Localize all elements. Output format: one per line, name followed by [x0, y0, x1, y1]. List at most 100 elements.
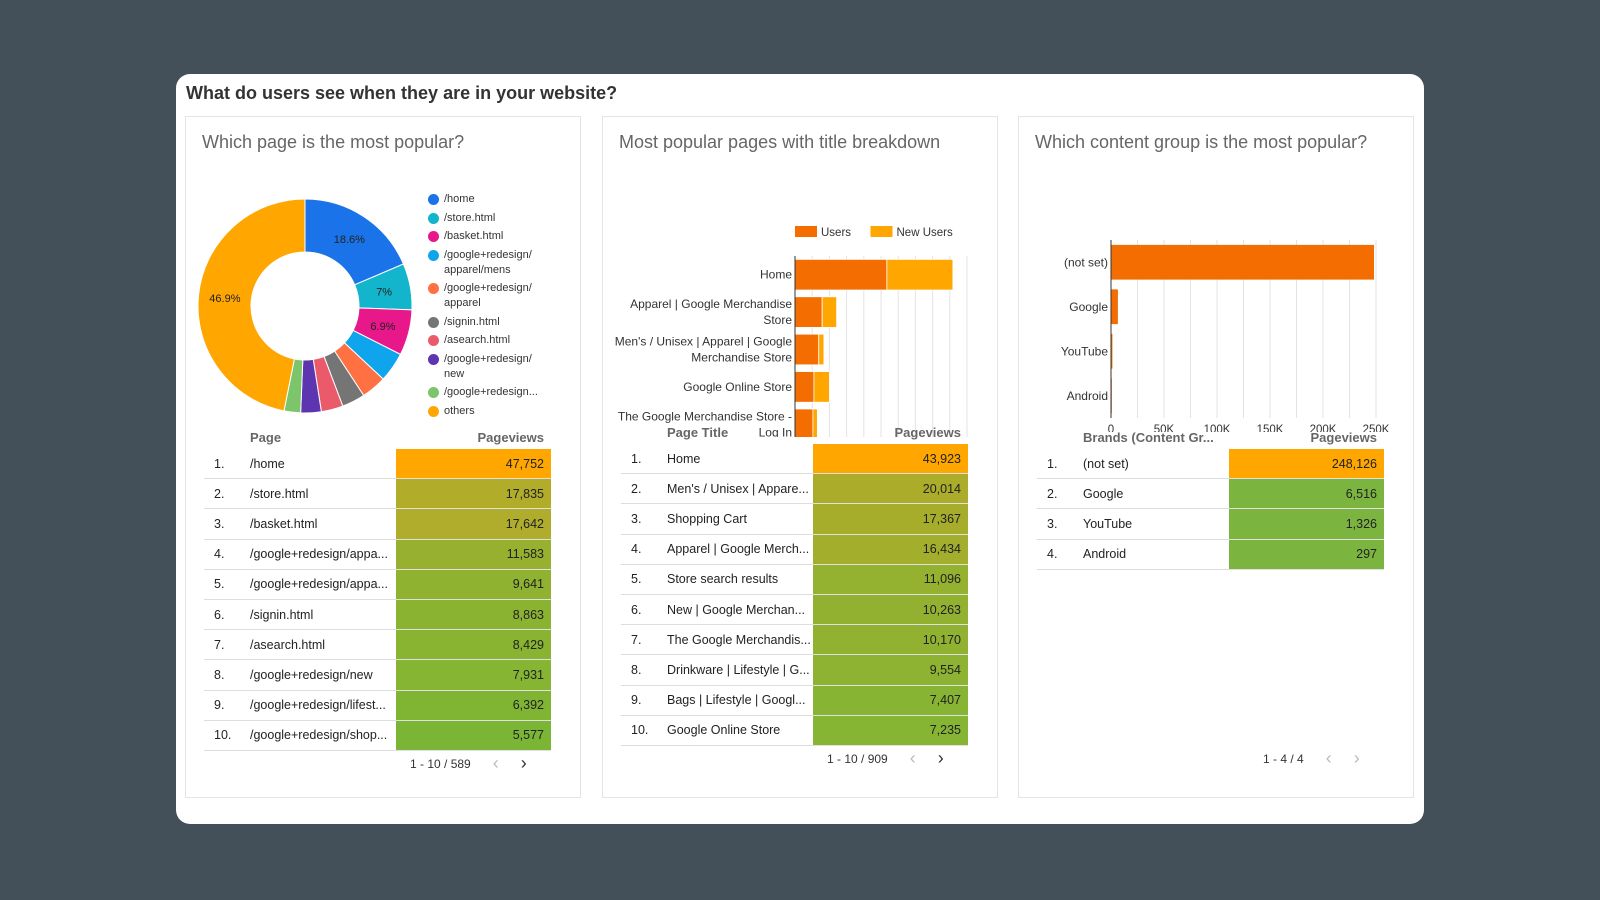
table-row[interactable]: 4. Android 297: [1037, 539, 1384, 570]
column-header-name[interactable]: Page Title: [621, 425, 813, 440]
legend-item[interactable]: /home: [428, 192, 544, 207]
bar-users[interactable]: [794, 258, 888, 291]
table-row[interactable]: 9./google+redesign/lifest... 6,392: [204, 690, 551, 721]
table-row[interactable]: 10. Google Online Store 7,235: [621, 715, 968, 746]
pie-slice-label: 46.9%: [209, 293, 240, 305]
legend-swatch: [870, 226, 893, 237]
table-row[interactable]: 1. Home 43,923: [621, 444, 968, 475]
bar-new-users[interactable]: [886, 258, 954, 291]
bar-users[interactable]: [794, 333, 820, 366]
column-header-value[interactable]: Pageviews: [1229, 430, 1384, 445]
y-category-label: Men's / Unisex | Apparel | Google: [615, 335, 793, 349]
legend-label[interactable]: New Users: [897, 227, 953, 239]
table-row[interactable]: 2. Men's / Unisex | Appare... 20,014: [621, 474, 968, 505]
pages-table: Page Pageviews 1./home 47,752 2./store.html 1…: [204, 427, 551, 751]
stacked-bar-chart: 010K20K30K40K50KHomeApparel | Google Mer…: [615, 226, 968, 437]
row-index: 5.: [204, 570, 250, 600]
row-value: 1,326: [1229, 509, 1384, 540]
panel-title: Which content group is the most popular?: [1035, 132, 1368, 152]
legend-dot-icon: [428, 335, 439, 346]
table-header: Page Title Pageviews: [621, 422, 968, 444]
table-row[interactable]: 3./basket.html 17,642: [204, 509, 551, 540]
table-row[interactable]: 6./signin.html 8,863: [204, 599, 551, 631]
row-value: 17,367: [813, 504, 968, 535]
panel-title: Which page is the most popular?: [202, 132, 465, 152]
legend-item[interactable]: /store.html: [428, 211, 544, 226]
table-row[interactable]: 5. Store search results 11,096: [621, 564, 968, 595]
table-row[interactable]: 2./store.html 17,835: [204, 479, 551, 510]
row-value: 47,752: [396, 449, 551, 480]
table-row[interactable]: 1./home 47,752: [204, 449, 551, 480]
row-index: 10.: [204, 721, 250, 751]
chevron-right-icon[interactable]: ›: [938, 748, 944, 769]
row-name: Store search results: [667, 565, 813, 595]
column-header-value[interactable]: Pageviews: [396, 430, 551, 445]
legend-item[interactable]: /asearch.html: [428, 333, 544, 348]
bar-new-users[interactable]: [813, 371, 830, 403]
row-index: 4.: [1037, 540, 1083, 570]
chevron-left-icon[interactable]: ‹: [1326, 748, 1332, 769]
column-header-name[interactable]: Page: [204, 430, 396, 445]
legend-item[interactable]: /google+redesign...: [428, 385, 544, 400]
pager: 1 - 4 / 4 ‹ ›: [1263, 748, 1360, 769]
bar-users[interactable]: [794, 371, 815, 403]
table-row[interactable]: 7./asearch.html 8,429: [204, 630, 551, 661]
bar-users[interactable]: [794, 296, 823, 328]
y-category-label: (not set): [1064, 255, 1108, 269]
row-index: 8.: [621, 655, 667, 686]
bar-pageviews[interactable]: [1111, 289, 1118, 325]
row-value: 17,835: [396, 479, 551, 510]
table-row[interactable]: 8. Drinkware | Lifestyle | G... 9,554: [621, 655, 968, 686]
legend-item[interactable]: /basket.html: [428, 229, 544, 244]
legend-label[interactable]: Users: [821, 227, 851, 239]
bar-new-users[interactable]: [818, 333, 825, 366]
table-row[interactable]: 3. YouTube 1,326: [1037, 509, 1384, 540]
bar-pageviews[interactable]: [1111, 244, 1375, 280]
legend-dot-icon: [428, 405, 439, 417]
column-header-value[interactable]: Pageviews: [813, 425, 968, 440]
pie-slice-label: 6.9%: [370, 321, 395, 333]
table-row[interactable]: 2. Google 6,516: [1037, 479, 1384, 510]
table-row[interactable]: 5./google+redesign/appa... 9,641: [204, 569, 551, 600]
chevron-left-icon[interactable]: ‹: [910, 748, 916, 769]
legend-label: others: [444, 404, 475, 417]
row-name: Google Online Store: [667, 716, 813, 746]
legend-swatch: [795, 226, 817, 237]
row-name: /signin.html: [250, 600, 396, 631]
table-row[interactable]: 6. New | Google Merchan... 10,263: [621, 594, 968, 626]
table-row[interactable]: 9. Bags | Lifestyle | Googl... 7,407: [621, 685, 968, 716]
table-row[interactable]: 10./google+redesign/shop... 5,577: [204, 720, 551, 751]
legend-item[interactable]: /google+redesign/ apparel: [428, 281, 544, 311]
row-value: 11,583: [396, 539, 551, 570]
report-card: What do users see when they are in your …: [176, 74, 1424, 824]
row-index: 1.: [204, 449, 250, 480]
legend-item[interactable]: /signin.html: [428, 315, 544, 330]
table-row[interactable]: 8./google+redesign/new 7,931: [204, 660, 551, 691]
row-index: 1.: [621, 444, 667, 475]
row-value: 8,429: [396, 630, 551, 661]
chevron-left-icon[interactable]: ‹: [493, 753, 499, 774]
chevron-right-icon[interactable]: ›: [1354, 748, 1360, 769]
legend-item[interactable]: /google+redesign/ new: [428, 352, 544, 382]
chevron-right-icon[interactable]: ›: [521, 753, 527, 774]
table-row[interactable]: 4. Apparel | Google Merch... 16,434: [621, 534, 968, 565]
table-row[interactable]: 1. (not set) 248,126: [1037, 449, 1384, 480]
legend-dot-icon: [428, 353, 439, 365]
row-index: 3.: [204, 509, 250, 540]
legend-item[interactable]: /google+redesign/ apparel/mens: [428, 248, 544, 278]
row-index: 4.: [204, 540, 250, 570]
row-name: YouTube: [1083, 509, 1229, 540]
row-name: Men's / Unisex | Appare...: [667, 474, 813, 505]
table-row[interactable]: 7. The Google Merchandis... 10,170: [621, 625, 968, 656]
table-row[interactable]: 3. Shopping Cart 17,367: [621, 504, 968, 535]
bar-new-users[interactable]: [821, 296, 838, 328]
table-row[interactable]: 4./google+redesign/appa... 11,583: [204, 539, 551, 570]
legend-label: /basket.html: [444, 230, 504, 242]
legend-item[interactable]: others: [428, 404, 544, 419]
donut-chart: 18.6% 7% 6.9% 46.9%: [197, 198, 413, 414]
column-header-name[interactable]: Brands (Content Gr...: [1037, 430, 1229, 445]
legend-label: /signin.html: [444, 315, 500, 328]
row-value: 7,235: [813, 715, 968, 746]
pager-label: 1 - 10 / 589: [410, 756, 471, 771]
row-name: /google+redesign/appa...: [250, 570, 396, 600]
